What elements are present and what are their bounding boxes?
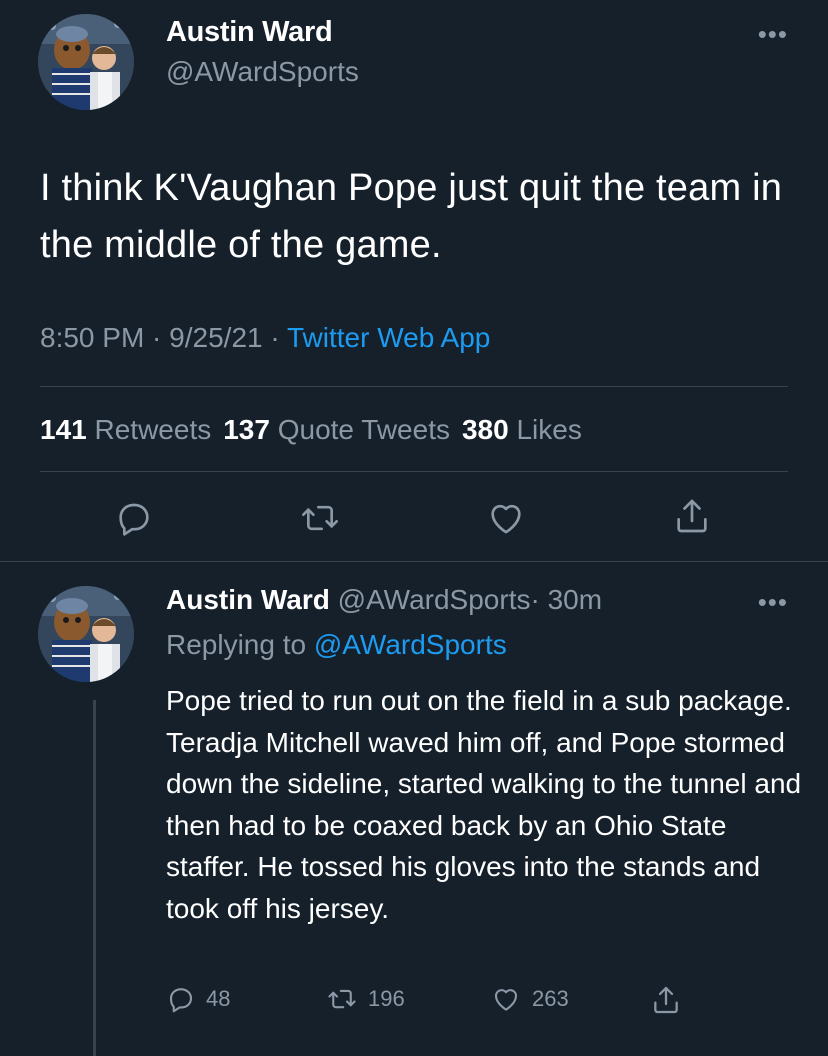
quotes-label: Quote Tweets (277, 414, 450, 445)
avatar[interactable] (38, 586, 134, 682)
quotes-count: 137 (223, 414, 270, 445)
reply-text: Pope tried to run out on the field in a … (166, 685, 802, 924)
reply-icon[interactable] (114, 498, 154, 538)
tweet-detail-page: Austin Ward @AWardSports ••• I think K'V… (0, 0, 828, 1056)
author-handle[interactable]: @AWardSports (338, 584, 531, 615)
reply-count: 48 (206, 986, 231, 1011)
divider (0, 561, 828, 562)
quotes-stat[interactable]: 137 Quote Tweets (223, 414, 450, 445)
like-count: 263 (532, 986, 569, 1011)
like-icon (494, 989, 518, 1011)
replying-to: Replying to @AWardSports (166, 629, 507, 661)
retweet-icon[interactable] (300, 498, 340, 538)
engagement-stats: 141 Retweets 137 Quote Tweets 380 Likes (40, 414, 582, 446)
tweet-text: I think K'Vaughan Pope just quit the tea… (40, 167, 783, 266)
tweet-date[interactable]: 9/25/21 (169, 322, 262, 353)
retweets-label: Retweets (94, 414, 212, 445)
tweet-time[interactable]: 8:50 PM (40, 322, 144, 353)
reply-icon (169, 988, 193, 1013)
retweet-button[interactable]: 196 (326, 984, 405, 1014)
likes-count: 380 (461, 414, 509, 445)
retweet-count: 196 (368, 986, 405, 1011)
more-options-icon[interactable]: ••• (758, 589, 788, 615)
retweet-icon (328, 989, 356, 1009)
author-name[interactable]: Austin Ward (166, 16, 333, 49)
share-icon (654, 986, 678, 1014)
replying-handle-link[interactable]: @AWardSports (314, 629, 507, 660)
separator: · (262, 322, 287, 353)
reply-button[interactable]: 48 (166, 984, 230, 1014)
share-button[interactable] (650, 984, 692, 1016)
like-button[interactable]: 263 (490, 984, 569, 1014)
author-handle[interactable]: @AWardSports (166, 56, 359, 88)
likes-stat[interactable]: 380 Likes (462, 414, 582, 445)
avatar[interactable] (38, 14, 134, 110)
tweet-source[interactable]: Twitter Web App (287, 322, 490, 353)
tweet-time-ago[interactable]: · 30m (530, 584, 602, 615)
tweet-metadata: 8:50 PM · 9/25/21 · Twitter Web App (40, 322, 490, 354)
reply-header: Austin Ward @AWardSports· 30m (166, 584, 602, 616)
replying-prefix: Replying to (166, 629, 307, 660)
main-tweet: Austin Ward @AWardSports ••• I think K'V… (0, 0, 828, 562)
likes-label: Likes (516, 414, 582, 445)
share-icon[interactable] (672, 496, 712, 536)
separator: · (144, 322, 170, 353)
divider (40, 471, 788, 472)
thread-line (93, 700, 96, 1056)
more-options-icon[interactable]: ••• (758, 21, 788, 47)
retweets-count: 141 (40, 414, 87, 445)
divider (40, 386, 788, 387)
retweets-stat[interactable]: 141 Retweets (40, 414, 211, 445)
like-icon[interactable] (486, 498, 526, 538)
author-name[interactable]: Austin Ward (166, 584, 330, 615)
